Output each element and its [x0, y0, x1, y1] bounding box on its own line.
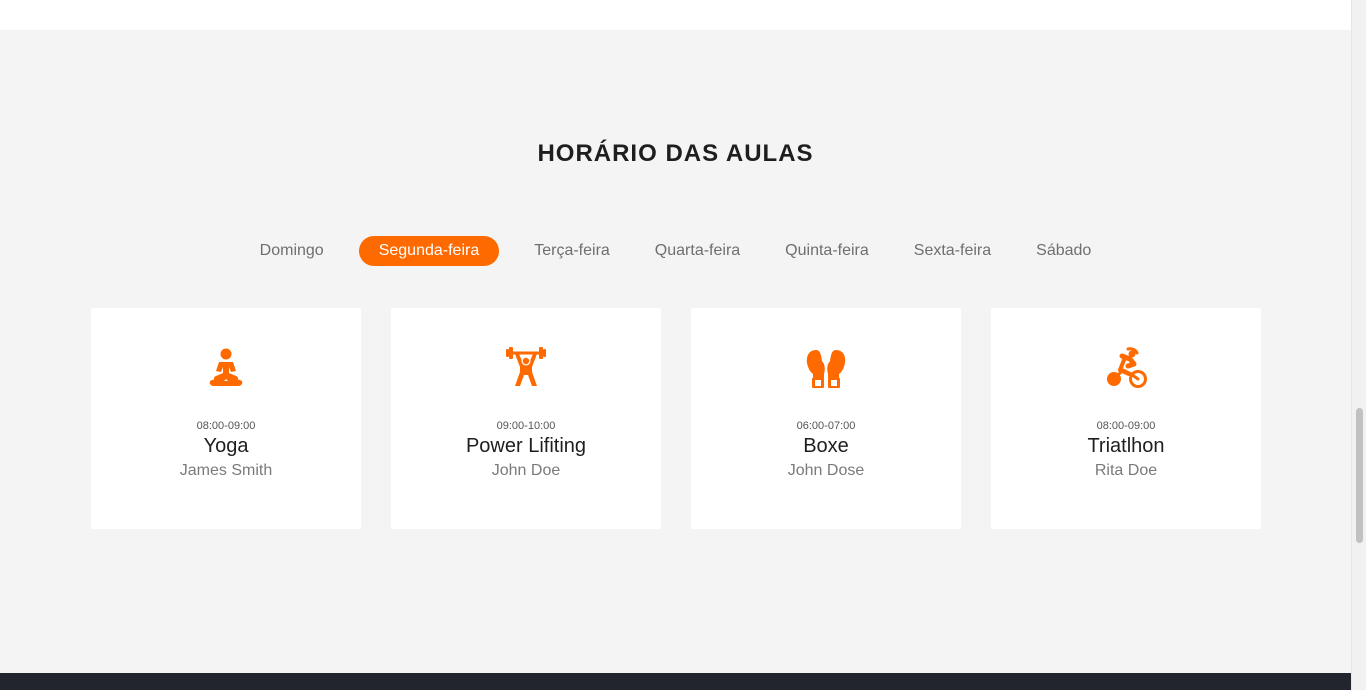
tab-terca-feira[interactable]: Terça-feira: [524, 236, 620, 266]
yoga-icon: [204, 346, 248, 390]
class-name: Triatlhon: [1087, 435, 1165, 457]
tab-sabado[interactable]: Sábado: [1026, 236, 1101, 266]
class-name: Boxe: [803, 435, 849, 457]
class-trainer: John Dose: [787, 462, 865, 479]
tab-quarta-feira[interactable]: Quarta-feira: [645, 236, 750, 266]
class-trainer: James Smith: [179, 462, 273, 479]
section-title: HORÁRIO DAS AULAS: [537, 140, 814, 167]
class-time: 09:00-10:00: [496, 420, 556, 432]
class-trainer: Rita Doe: [1094, 462, 1158, 479]
boxing-gloves-icon: [804, 346, 848, 390]
scrollbar-thumb[interactable]: [1356, 408, 1363, 543]
class-time: 08:00-09:00: [1096, 420, 1156, 432]
day-tabs: Domingo Segunda-feira Terça-feira Quarta…: [0, 236, 1351, 266]
class-card-boxe[interactable]: 06:00-07:00 Boxe John Dose: [691, 308, 961, 529]
footer: [0, 673, 1351, 690]
page-scrollbar[interactable]: [1351, 0, 1366, 690]
tab-domingo[interactable]: Domingo: [250, 236, 334, 266]
class-time: 06:00-07:00: [796, 420, 856, 432]
class-schedule-section: HORÁRIO DAS AULAS Domingo Segunda-feira …: [0, 30, 1351, 673]
class-name: Power Lifiting: [465, 435, 587, 457]
class-trainer: John Doe: [491, 462, 561, 479]
class-card-power-lifting[interactable]: 09:00-10:00 Power Lifiting John Doe: [391, 308, 661, 529]
top-strip: [0, 0, 1351, 30]
class-card-triatlhon[interactable]: 08:00-09:00 Triatlhon Rita Doe: [991, 308, 1261, 529]
tab-quinta-feira[interactable]: Quinta-feira: [775, 236, 879, 266]
tab-sexta-feira[interactable]: Sexta-feira: [904, 236, 1001, 266]
cycling-icon: [1104, 346, 1148, 390]
class-name: Yoga: [203, 435, 249, 457]
weightlifting-icon: [504, 346, 548, 390]
tab-segunda-feira[interactable]: Segunda-feira: [358, 236, 500, 266]
class-cards: 08:00-09:00 Yoga James Smith 09:00-10:00: [91, 308, 1261, 529]
class-card-yoga[interactable]: 08:00-09:00 Yoga James Smith: [91, 308, 361, 529]
class-time: 08:00-09:00: [196, 420, 256, 432]
